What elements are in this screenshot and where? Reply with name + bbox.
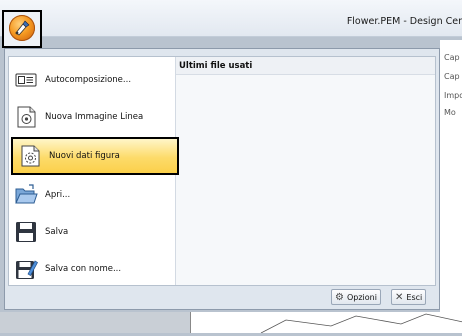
menu-item-label: Apri...: [45, 190, 71, 200]
menu-commands: Autocomposizione... Nuova Immagine Linea: [9, 57, 179, 287]
ribbon-caption: Cap: [444, 72, 460, 81]
app-menu-orb-icon: [9, 15, 35, 41]
window-title: Flower.PEM - Design Cer: [346, 16, 462, 27]
ribbon-caption: Cap: [444, 53, 460, 62]
new-figure-data-icon: [18, 144, 42, 168]
options-button[interactable]: ⚙ Opzioni: [331, 289, 381, 305]
menu-footer: ⚙ Opzioni ✕ Esci: [5, 285, 439, 309]
menu-item-label: Autocomposizione...: [45, 75, 132, 85]
auto-layout-icon: [14, 68, 38, 92]
menu-item-label: Nuova Immagine Linea: [45, 112, 144, 122]
save-icon: [14, 220, 38, 244]
canvas-shape: [260, 313, 462, 334]
background-ribbon: Cap Cap Impo Mo: [440, 40, 462, 333]
gear-icon: ⚙: [335, 291, 344, 303]
menu-item-label: Nuovi dati figura: [49, 151, 120, 161]
menu-item-salva-con-nome[interactable]: Salva con nome...: [9, 251, 175, 287]
recent-files-header: Ultimi file usati: [176, 57, 435, 75]
menu-item-nuova-immagine-linea[interactable]: Nuova Immagine Linea: [9, 99, 175, 135]
app-menu-button[interactable]: [2, 10, 42, 48]
menu-item-apri[interactable]: Apri...: [9, 177, 175, 213]
recent-files-panel: Ultimi file usati: [176, 57, 435, 285]
application-menu: Autocomposizione... Nuova Immagine Linea: [4, 48, 440, 310]
open-folder-icon: [14, 183, 38, 207]
menu-item-label: Salva: [45, 227, 69, 237]
menu-item-nuovi-dati-figura[interactable]: Nuovi dati figura: [11, 137, 179, 175]
close-icon: ✕: [395, 291, 404, 303]
new-line-image-icon: [14, 105, 38, 129]
menu-item-salva[interactable]: Salva: [9, 214, 175, 250]
background-panel: [0, 312, 190, 333]
save-as-icon: [14, 257, 38, 281]
menu-item-autocomposizione[interactable]: Autocomposizione...: [9, 62, 175, 98]
menu-item-label: Salva con nome...: [45, 264, 122, 274]
title-bar: Flower.PEM - Design Cer: [0, 0, 462, 37]
ribbon-caption: Mo: [444, 108, 456, 117]
options-label: Opzioni: [346, 292, 377, 302]
design-canvas[interactable]: [190, 312, 462, 334]
menu-body: Autocomposizione... Nuova Immagine Linea: [8, 56, 436, 286]
exit-label: Esci: [406, 292, 423, 302]
exit-button[interactable]: ✕ Esci: [391, 289, 427, 305]
ribbon-caption: Impo: [444, 91, 462, 100]
